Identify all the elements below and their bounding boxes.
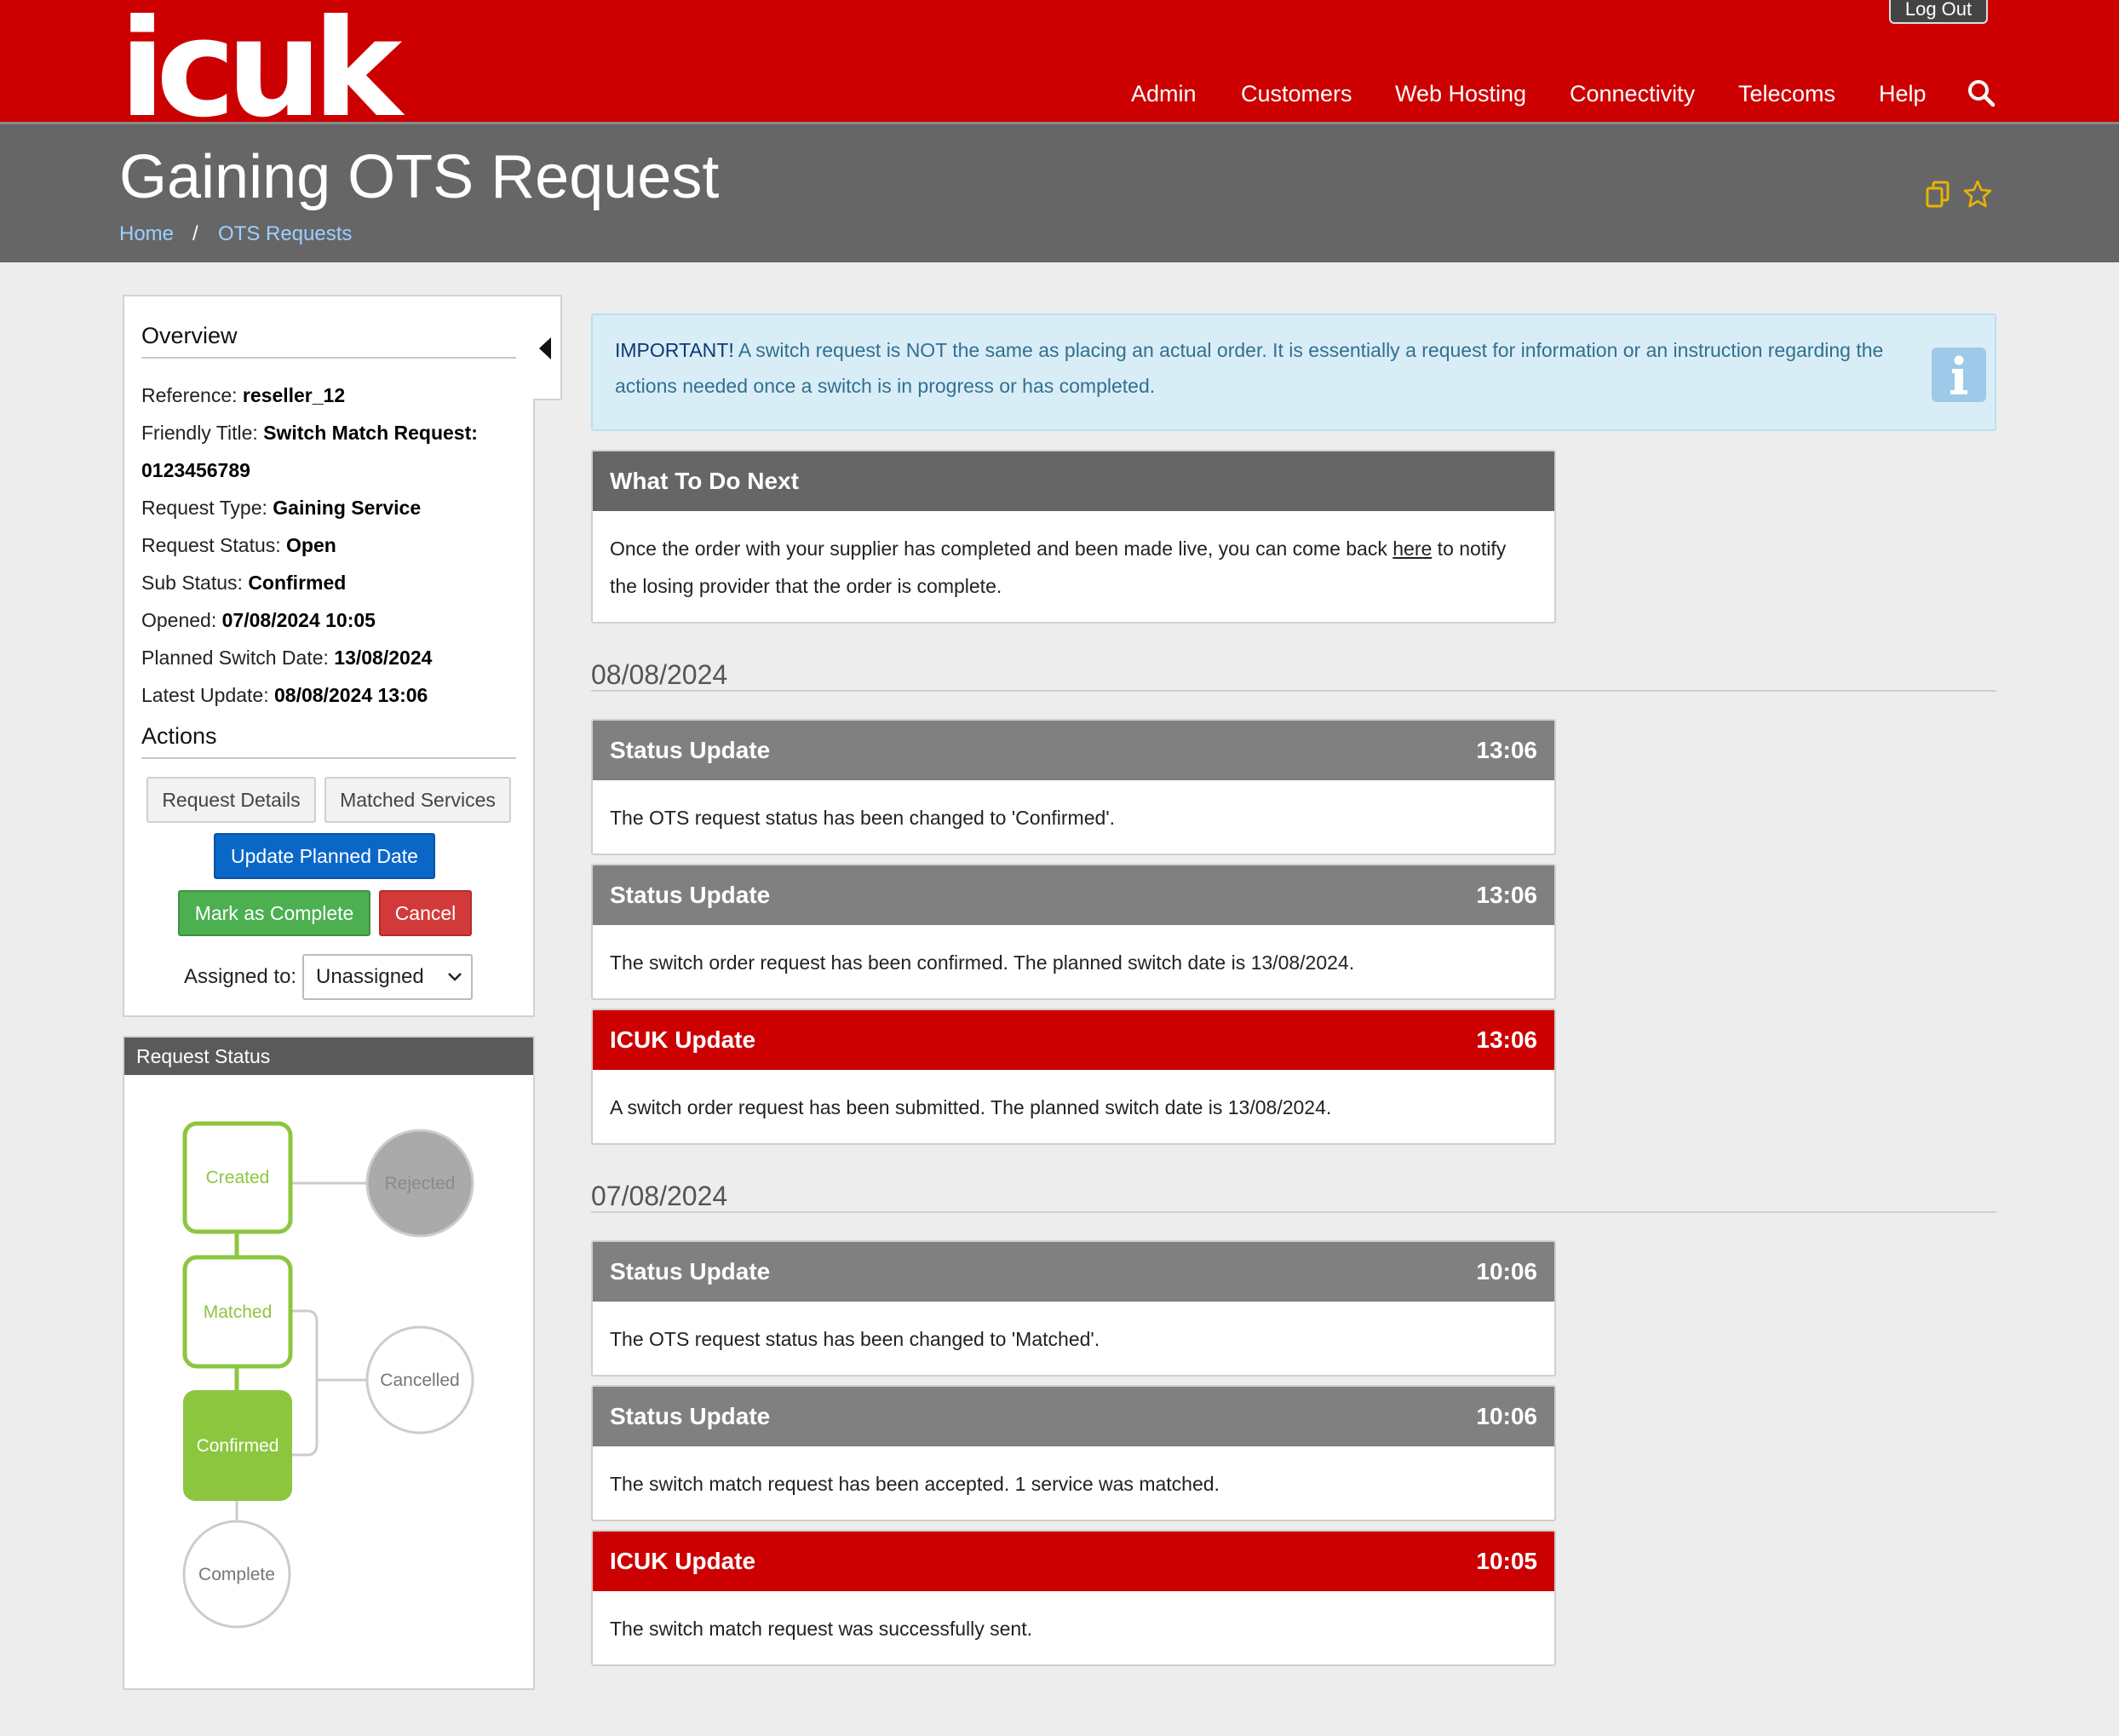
- copy-icon[interactable]: [1923, 179, 1954, 210]
- entry-text: The switch order request has been confir…: [610, 951, 1355, 974]
- stage-complete-label: Complete: [198, 1565, 275, 1584]
- search-icon[interactable]: [1967, 78, 1996, 109]
- request-type-row: Request Type: Gaining Service: [141, 497, 422, 519]
- divider: [591, 1211, 1996, 1213]
- entry-text: A switch order request has been submitte…: [610, 1096, 1332, 1118]
- stage-matched-label: Matched: [204, 1302, 273, 1322]
- date-heading: 08/08/2024: [591, 659, 728, 690]
- timeline-entry: Status Update 10:06 The OTS request statu…: [591, 1240, 1556, 1377]
- entry-text: The switch match request has been accept…: [610, 1473, 1220, 1495]
- what-to-do-next-title: What To Do Next: [593, 451, 1554, 511]
- matched-services-button[interactable]: Matched Services: [324, 777, 511, 823]
- entry-title: ICUK Update: [610, 1548, 756, 1574]
- divider: [141, 757, 516, 759]
- timeline-entry: ICUK Update 10:05 The switch match reques…: [591, 1530, 1556, 1666]
- entry-text: The OTS request status has been changed …: [610, 807, 1116, 829]
- request-status-diagram: Created Rejected Matched Cancelled Confi…: [182, 1121, 474, 1629]
- chevron-down-icon: [448, 973, 462, 981]
- breadcrumb-home[interactable]: Home: [119, 221, 174, 247]
- entry-time: 13:06: [1476, 882, 1537, 908]
- entry-time: 10:06: [1476, 1403, 1537, 1429]
- timeline-entry: Status Update 10:06 The switch match requ…: [591, 1385, 1556, 1521]
- overview-heading: Overview: [141, 323, 238, 348]
- entry-text: The switch match request was successfull…: [610, 1618, 1032, 1640]
- cancel-button[interactable]: Cancel: [379, 890, 472, 936]
- stage-rejected-label: Rejected: [385, 1174, 456, 1193]
- entry-title: ICUK Update: [610, 1026, 756, 1053]
- assigned-to-label: Assigned to:: [184, 965, 297, 988]
- star-icon[interactable]: [1962, 179, 1993, 210]
- update-planned-date-button[interactable]: Update Planned Date: [214, 833, 435, 879]
- planned-switch-date-row: Planned Switch Date: 13/08/2024: [141, 647, 433, 669]
- entry-time: 10:05: [1476, 1548, 1537, 1574]
- page-title: Gaining OTS Request: [119, 143, 720, 211]
- stage-cancelled-label: Cancelled: [380, 1371, 459, 1390]
- request-status-heading: Request Status: [124, 1038, 533, 1075]
- entry-title: Status Update: [610, 737, 771, 763]
- important-alert: IMPORTANT! A switch request is NOT the s…: [591, 313, 1996, 431]
- assigned-to-select[interactable]: Unassigned: [302, 954, 473, 1000]
- entry-time: 13:06: [1476, 737, 1537, 763]
- what-to-do-next-card: What To Do Next Once the order with your…: [591, 450, 1556, 624]
- entry-title: Status Update: [610, 1403, 771, 1429]
- connector: [290, 1309, 319, 1457]
- latest-update-row: Latest Update: 08/08/2024 13:06: [141, 684, 428, 706]
- nav-admin[interactable]: Admin: [1131, 78, 1197, 109]
- stage-created-label: Created: [206, 1168, 270, 1187]
- request-details-button[interactable]: Request Details: [146, 777, 316, 823]
- request-status-row: Request Status: Open: [141, 534, 336, 556]
- friendly-title-row-cont: 0123456789: [141, 459, 250, 481]
- divider: [141, 357, 516, 359]
- here-link[interactable]: here: [1393, 537, 1432, 560]
- entry-time: 13:06: [1476, 1026, 1537, 1053]
- nav-help[interactable]: Help: [1879, 78, 1927, 109]
- timeline-entry: ICUK Update 13:06 A switch order request …: [591, 1009, 1556, 1145]
- nav-web-hosting[interactable]: Web Hosting: [1395, 78, 1526, 109]
- actions-heading: Actions: [141, 723, 217, 749]
- nav-customers[interactable]: Customers: [1241, 78, 1352, 109]
- alert-strong: IMPORTANT!: [615, 339, 734, 361]
- assigned-to-value: Unassigned: [316, 965, 424, 988]
- mark-as-complete-button[interactable]: Mark as Complete: [178, 890, 370, 936]
- stage-confirmed-label: Confirmed: [197, 1436, 279, 1456]
- divider: [591, 690, 1996, 692]
- entry-text: The OTS request status has been changed …: [610, 1328, 1100, 1350]
- breadcrumb-ots-requests[interactable]: OTS Requests: [218, 221, 352, 247]
- logout-button[interactable]: Log Out: [1889, 0, 1988, 24]
- caret-left-icon: [539, 337, 551, 359]
- friendly-title-row: Friendly Title: Switch Match Request:: [141, 422, 478, 444]
- alert-text: IMPORTANT! A switch request is NOT the s…: [615, 339, 1884, 397]
- breadcrumb-separator: /: [192, 222, 198, 245]
- entry-title: Status Update: [610, 1258, 771, 1285]
- what-to-do-next-text: Once the order with your supplier has co…: [610, 537, 1507, 597]
- nav-connectivity[interactable]: Connectivity: [1570, 78, 1695, 109]
- info-icon: [1932, 348, 1986, 402]
- timeline-entry: Status Update 13:06 The OTS request statu…: [591, 719, 1556, 855]
- opened-row: Opened: 07/08/2024 10:05: [141, 609, 376, 631]
- icuk-logo[interactable]: icuk: [119, 2, 402, 136]
- entry-title: Status Update: [610, 882, 771, 908]
- nav-telecoms[interactable]: Telecoms: [1738, 78, 1835, 109]
- sub-status-row: Sub Status: Confirmed: [141, 572, 347, 594]
- collapse-sidebar-toggle[interactable]: [533, 295, 562, 400]
- timeline-entry: Status Update 13:06 The switch order requ…: [591, 864, 1556, 1000]
- date-heading: 07/08/2024: [591, 1181, 728, 1211]
- entry-time: 10:06: [1476, 1258, 1537, 1285]
- reference-row: Reference: reseller_12: [141, 384, 346, 406]
